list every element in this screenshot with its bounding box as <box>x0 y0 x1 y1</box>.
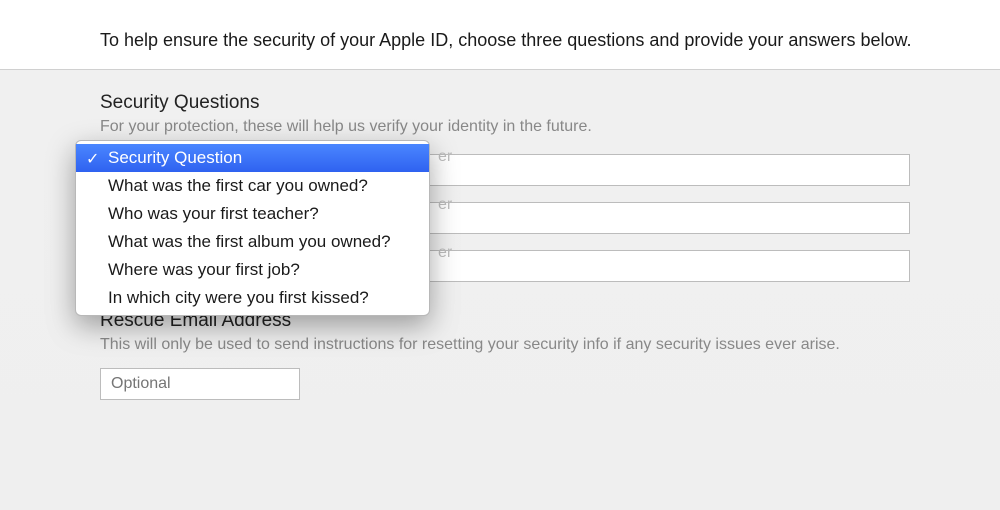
security-questions-title: Security Questions <box>100 92 920 114</box>
dropdown-item-first-teacher[interactable]: Who was your first teacher? <box>76 200 429 228</box>
dropdown-item-first-car[interactable]: What was the first car you owned? <box>76 172 429 200</box>
form-area: Security Questions For your protection, … <box>0 70 1000 510</box>
dropdown-item-first-album[interactable]: What was the first album you owned? <box>76 228 429 256</box>
dropdown-item-label: Security Question <box>108 148 242 167</box>
rescue-email-subtitle: This will only be used to send instructi… <box>100 336 920 354</box>
dropdown-item-first-job[interactable]: Where was your first job? <box>76 256 429 284</box>
answer1-placeholder-fragment: er <box>438 148 452 166</box>
dropdown-item-label: Who was your first teacher? <box>108 204 319 223</box>
dropdown-item-placeholder[interactable]: ✓ Security Question <box>76 144 429 172</box>
check-icon: ✓ <box>86 149 99 169</box>
dropdown-item-label: Where was your first job? <box>108 260 300 279</box>
dropdown-item-label: What was the first car you owned? <box>108 176 368 195</box>
rescue-email-input[interactable] <box>100 368 300 400</box>
page-intro: To help ensure the security of your Appl… <box>0 0 1000 69</box>
security-question-dropdown[interactable]: ✓ Security Question What was the first c… <box>75 140 430 316</box>
dropdown-item-label: In which city were you first kissed? <box>108 288 369 307</box>
dropdown-item-first-kiss-city[interactable]: In which city were you first kissed? <box>76 284 429 312</box>
answer3-placeholder-fragment: er <box>438 244 452 262</box>
answer2-placeholder-fragment: er <box>438 196 452 214</box>
security-questions-subtitle: For your protection, these will help us … <box>100 118 920 136</box>
dropdown-item-label: What was the first album you owned? <box>108 232 391 251</box>
